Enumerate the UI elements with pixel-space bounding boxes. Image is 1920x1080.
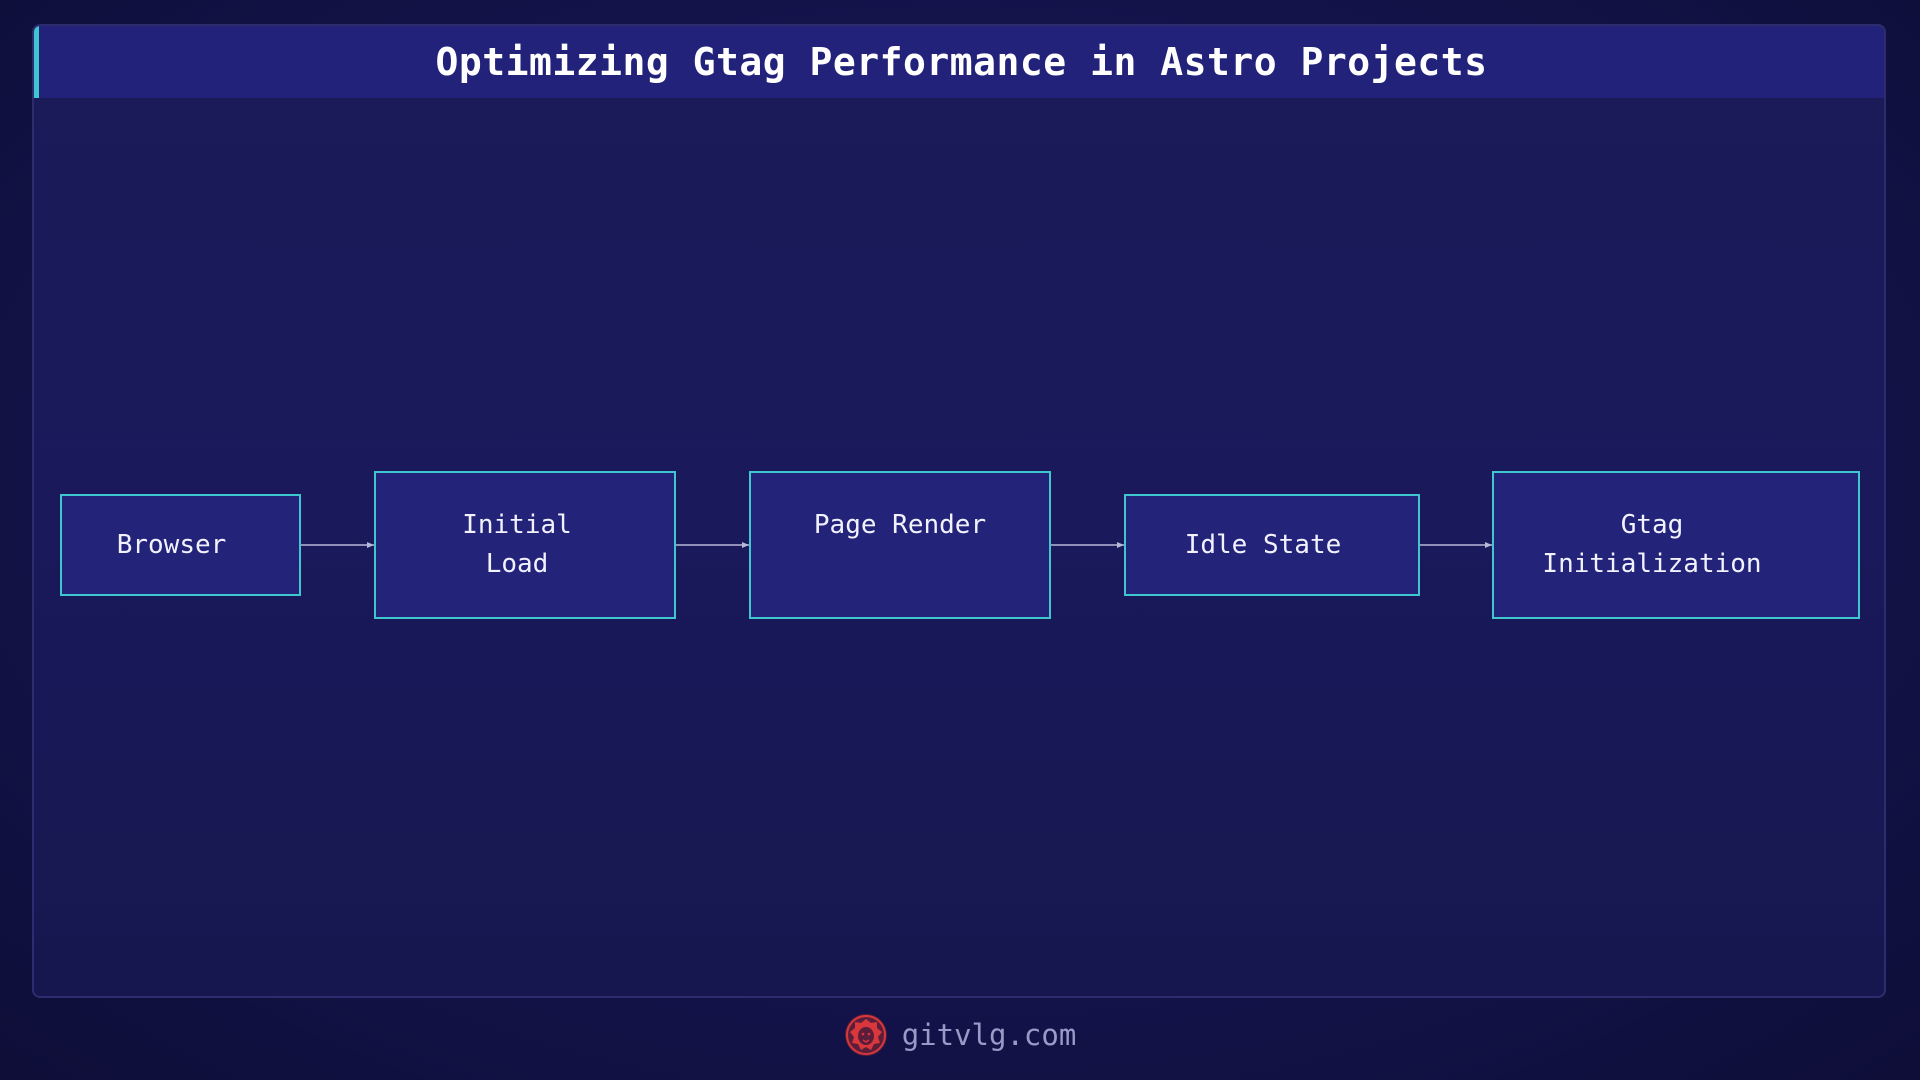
lion-logo-icon xyxy=(844,1014,887,1056)
node-browser-label: Browser xyxy=(116,530,227,560)
footer: gitvlg.com xyxy=(0,1010,1920,1060)
node-page-render: Page Render xyxy=(749,471,1051,619)
footer-site-link[interactable]: gitvlg.com xyxy=(902,1018,1077,1052)
node-idle-state: Idle State xyxy=(1124,494,1420,596)
node-gtag-init-label: Gtag Initialization xyxy=(1542,510,1762,579)
node-gtag-init: Gtag Initialization xyxy=(1492,471,1860,619)
node-page-render-label: Page Render xyxy=(813,510,987,540)
node-initial-load-label: Initial Load xyxy=(462,510,572,579)
node-initial-load: Initial Load xyxy=(374,471,676,619)
node-browser: Browser xyxy=(60,494,301,596)
node-idle-state-label: Idle State xyxy=(1184,530,1342,560)
